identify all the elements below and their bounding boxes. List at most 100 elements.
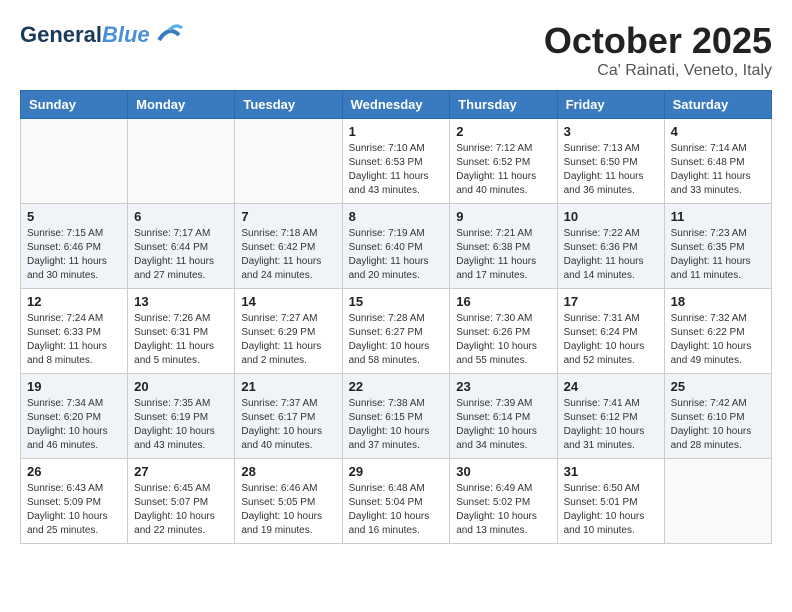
day-info: Sunrise: 7:27 AMSunset: 6:29 PMDaylight:… xyxy=(241,312,335,368)
table-row: 25 Sunrise: 7:42 AMSunset: 6:10 PMDayligh… xyxy=(664,374,771,459)
table-row: 26 Sunrise: 6:43 AMSunset: 5:09 PMDayligh… xyxy=(21,459,128,544)
table-row: 17 Sunrise: 7:31 AMSunset: 6:24 PMDayligh… xyxy=(557,289,664,374)
header-thursday: Thursday xyxy=(450,91,557,119)
table-row xyxy=(21,119,128,204)
day-number: 13 xyxy=(134,294,228,309)
day-info: Sunrise: 7:22 AMSunset: 6:36 PMDaylight:… xyxy=(564,227,658,283)
day-info: Sunrise: 7:34 AMSunset: 6:20 PMDaylight:… xyxy=(27,397,121,453)
day-number: 4 xyxy=(671,124,765,139)
logo: GeneralBlue xyxy=(20,20,184,50)
logo-text: GeneralBlue xyxy=(20,23,150,47)
calendar-week-row: 5 Sunrise: 7:15 AMSunset: 6:46 PMDaylight… xyxy=(21,204,772,289)
page-header: GeneralBlue October 2025 Ca' Rainati, Ve… xyxy=(20,20,772,80)
table-row: 9Sunrise: 7:21 AMSunset: 6:38 PMDaylight… xyxy=(450,204,557,289)
table-row: 16 Sunrise: 7:30 AMSunset: 6:26 PMDayligh… xyxy=(450,289,557,374)
table-row: 18 Sunrise: 7:32 AMSunset: 6:22 PMDayligh… xyxy=(664,289,771,374)
day-info: Sunrise: 7:23 AMSunset: 6:35 PMDaylight:… xyxy=(671,227,765,283)
day-number: 25 xyxy=(671,379,765,394)
month-title: October 2025 xyxy=(544,20,772,62)
day-number: 6 xyxy=(134,209,228,224)
table-row: 14 Sunrise: 7:27 AMSunset: 6:29 PMDayligh… xyxy=(235,289,342,374)
day-info: Sunrise: 7:12 AMSunset: 6:52 PMDaylight:… xyxy=(456,142,550,198)
table-row xyxy=(235,119,342,204)
header-friday: Friday xyxy=(557,91,664,119)
table-row: 28 Sunrise: 6:46 AMSunset: 5:05 PMDayligh… xyxy=(235,459,342,544)
day-number: 20 xyxy=(134,379,228,394)
day-info: Sunrise: 6:49 AMSunset: 5:02 PMDaylight:… xyxy=(456,482,550,538)
table-row xyxy=(128,119,235,204)
day-number: 11 xyxy=(671,209,765,224)
day-number: 15 xyxy=(349,294,444,309)
day-number: 8 xyxy=(349,209,444,224)
header-sunday: Sunday xyxy=(21,91,128,119)
calendar-header-row: Sunday Monday Tuesday Wednesday Thursday… xyxy=(21,91,772,119)
day-number: 5 xyxy=(27,209,121,224)
location: Ca' Rainati, Veneto, Italy xyxy=(544,62,772,80)
header-monday: Monday xyxy=(128,91,235,119)
table-row: 4Sunrise: 7:14 AMSunset: 6:48 PMDaylight… xyxy=(664,119,771,204)
day-number: 22 xyxy=(349,379,444,394)
day-info: Sunrise: 7:38 AMSunset: 6:15 PMDaylight:… xyxy=(349,397,444,453)
day-number: 12 xyxy=(27,294,121,309)
logo-icon xyxy=(154,20,184,50)
day-info: Sunrise: 6:50 AMSunset: 5:01 PMDaylight:… xyxy=(564,482,658,538)
table-row: 13 Sunrise: 7:26 AMSunset: 6:31 PMDayligh… xyxy=(128,289,235,374)
header-wednesday: Wednesday xyxy=(342,91,450,119)
day-number: 17 xyxy=(564,294,658,309)
table-row: 19 Sunrise: 7:34 AMSunset: 6:20 PMDayligh… xyxy=(21,374,128,459)
table-row: 6 Sunrise: 7:17 AMSunset: 6:44 PMDaylight… xyxy=(128,204,235,289)
day-info: Sunrise: 7:21 AMSunset: 6:38 PMDaylight:… xyxy=(456,227,550,283)
day-number: 28 xyxy=(241,464,335,479)
day-number: 14 xyxy=(241,294,335,309)
day-number: 24 xyxy=(564,379,658,394)
day-info: Sunrise: 7:26 AMSunset: 6:31 PMDaylight:… xyxy=(134,312,228,368)
day-number: 23 xyxy=(456,379,550,394)
calendar-week-row: 19 Sunrise: 7:34 AMSunset: 6:20 PMDayligh… xyxy=(21,374,772,459)
table-row: 27 Sunrise: 6:45 AMSunset: 5:07 PMDayligh… xyxy=(128,459,235,544)
day-info: Sunrise: 6:46 AMSunset: 5:05 PMDaylight:… xyxy=(241,482,335,538)
day-info: Sunrise: 6:43 AMSunset: 5:09 PMDaylight:… xyxy=(27,482,121,538)
table-row: 30 Sunrise: 6:49 AMSunset: 5:02 PMDayligh… xyxy=(450,459,557,544)
day-number: 7 xyxy=(241,209,335,224)
day-number: 31 xyxy=(564,464,658,479)
day-number: 21 xyxy=(241,379,335,394)
table-row: 5 Sunrise: 7:15 AMSunset: 6:46 PMDaylight… xyxy=(21,204,128,289)
day-info: Sunrise: 7:41 AMSunset: 6:12 PMDaylight:… xyxy=(564,397,658,453)
day-number: 3 xyxy=(564,124,658,139)
header-tuesday: Tuesday xyxy=(235,91,342,119)
day-info: Sunrise: 7:42 AMSunset: 6:10 PMDaylight:… xyxy=(671,397,765,453)
table-row: 3 Sunrise: 7:13 AMSunset: 6:50 PMDaylight… xyxy=(557,119,664,204)
day-number: 29 xyxy=(349,464,444,479)
table-row: 23 Sunrise: 7:39 AMSunset: 6:14 PMDayligh… xyxy=(450,374,557,459)
day-info: Sunrise: 7:37 AMSunset: 6:17 PMDaylight:… xyxy=(241,397,335,453)
day-info: Sunrise: 7:39 AMSunset: 6:14 PMDaylight:… xyxy=(456,397,550,453)
day-number: 19 xyxy=(27,379,121,394)
day-info: Sunrise: 7:18 AMSunset: 6:42 PMDaylight:… xyxy=(241,227,335,283)
day-info: Sunrise: 7:13 AMSunset: 6:50 PMDaylight:… xyxy=(564,142,658,198)
day-info: Sunrise: 7:30 AMSunset: 6:26 PMDaylight:… xyxy=(456,312,550,368)
header-saturday: Saturday xyxy=(664,91,771,119)
day-info: Sunrise: 7:28 AMSunset: 6:27 PMDaylight:… xyxy=(349,312,444,368)
table-row: 12Sunrise: 7:24 AMSunset: 6:33 PMDayligh… xyxy=(21,289,128,374)
day-number: 18 xyxy=(671,294,765,309)
day-number: 16 xyxy=(456,294,550,309)
table-row: 7 Sunrise: 7:18 AMSunset: 6:42 PMDaylight… xyxy=(235,204,342,289)
table-row: 1Sunrise: 7:10 AMSunset: 6:53 PMDaylight… xyxy=(342,119,450,204)
day-info: Sunrise: 7:15 AMSunset: 6:46 PMDaylight:… xyxy=(27,227,121,283)
table-row: 10Sunrise: 7:22 AMSunset: 6:36 PMDayligh… xyxy=(557,204,664,289)
table-row: 29 Sunrise: 6:48 AMSunset: 5:04 PMDayligh… xyxy=(342,459,450,544)
day-number: 30 xyxy=(456,464,550,479)
day-info: Sunrise: 7:35 AMSunset: 6:19 PMDaylight:… xyxy=(134,397,228,453)
day-number: 27 xyxy=(134,464,228,479)
table-row: 31 Sunrise: 6:50 AMSunset: 5:01 PMDayligh… xyxy=(557,459,664,544)
calendar-week-row: 26 Sunrise: 6:43 AMSunset: 5:09 PMDayligh… xyxy=(21,459,772,544)
day-info: Sunrise: 6:45 AMSunset: 5:07 PMDaylight:… xyxy=(134,482,228,538)
day-info: Sunrise: 7:32 AMSunset: 6:22 PMDaylight:… xyxy=(671,312,765,368)
day-info: Sunrise: 7:31 AMSunset: 6:24 PMDaylight:… xyxy=(564,312,658,368)
table-row xyxy=(664,459,771,544)
day-info: Sunrise: 7:17 AMSunset: 6:44 PMDaylight:… xyxy=(134,227,228,283)
day-number: 26 xyxy=(27,464,121,479)
table-row: 11 Sunrise: 7:23 AMSunset: 6:35 PMDayligh… xyxy=(664,204,771,289)
day-info: Sunrise: 6:48 AMSunset: 5:04 PMDaylight:… xyxy=(349,482,444,538)
day-info: Sunrise: 7:19 AMSunset: 6:40 PMDaylight:… xyxy=(349,227,444,283)
